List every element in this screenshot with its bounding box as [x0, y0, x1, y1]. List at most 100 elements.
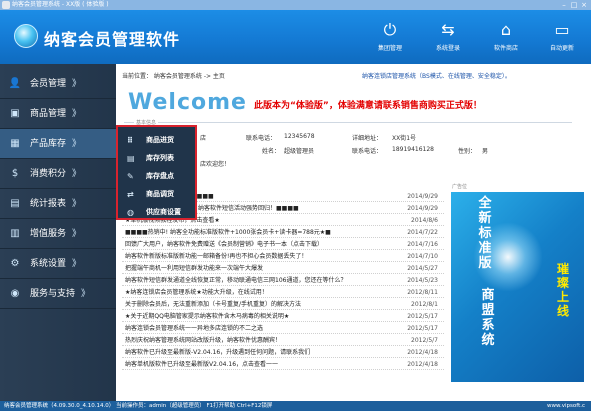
- news-title: 纳客连锁会员管理系统一一异地多店连锁的不二之选: [125, 325, 264, 332]
- support-icon: ◉: [10, 288, 20, 299]
- stock-submenu: ⠿ 商品进货 ▤ 库存列表 ✎ 库存盘点 ⇄ 商品调货 ◍ 供应商设置: [116, 125, 197, 220]
- breadcrumb: 当前位置： 纳客会员管理系统 -> 主页: [122, 73, 225, 80]
- news-title: 回馈广大用户，纳客软件免费赠送《会员制营销》电子书一本（点击下载）: [125, 241, 324, 248]
- news-date: 2012/5/17: [407, 313, 438, 320]
- app-window-icon: [2, 1, 10, 9]
- sidebar-item-settings[interactable]: ⚙ 系统设置》: [0, 249, 116, 279]
- news-title: 纳客软件新版标准版新功能一邮箱备份!再也不担心会员数据丢失了！: [125, 253, 308, 260]
- maximize-icon[interactable]: □: [569, 1, 579, 9]
- chevron-right-icon: 》: [72, 199, 82, 209]
- chevron-right-icon: 》: [72, 259, 82, 269]
- software-store-label: 软件商店: [493, 45, 518, 52]
- sidebar-item-label: 消费积分: [30, 169, 67, 179]
- ad-section-label: 广告位: [452, 184, 468, 190]
- status-text: 纳客会员管理系统（4.09.30.0_4.10.14.0） 当前操作员：admi…: [4, 403, 273, 409]
- menu-item-label: 商品进货: [146, 136, 174, 144]
- ad-highlight: 璀璨上线: [556, 262, 569, 318]
- sidebar-item-label: 服务与支持: [30, 289, 76, 299]
- auto-update-label: 自动更新: [549, 45, 574, 52]
- value-icon: ▥: [10, 228, 20, 239]
- news-item[interactable]: 纳客连锁会员管理系统一一异地多店连锁的不二之选 2012/5/17: [122, 323, 444, 334]
- news-title: 纳客软件已升级至最新版-V2.04.16，升级遇到任何问题，请联系我们: [125, 349, 311, 356]
- news-item[interactable]: 纳客单机版软件已升级至最新版V2.04.16，点击查看一一 2012/4/18: [122, 359, 444, 370]
- gender-label: 性别：: [458, 148, 477, 155]
- gender-value: 男: [482, 148, 489, 155]
- menu-item-stock-list[interactable]: ▤ 库存列表: [118, 149, 195, 167]
- welcome-heading: Welcome: [128, 90, 247, 115]
- ad-subtitle: 商盟系统: [481, 288, 495, 348]
- store-icon: ⌂: [500, 20, 512, 39]
- store-name-text: 店: [200, 135, 207, 142]
- group-management-label: 集团管理: [377, 45, 402, 52]
- news-item[interactable]: 热烈庆祝纳客管理系统网站改版升级，纳客软件优惠酬宾！ 2012/5/7: [122, 335, 444, 346]
- chevron-right-icon: 》: [72, 79, 82, 89]
- ad-headline: 全新标准版: [478, 196, 492, 271]
- news-date: 2014/5/27: [407, 265, 438, 272]
- menu-item-label: 库存盘点: [146, 172, 174, 180]
- menu-item-stock-check[interactable]: ✎ 库存盘点: [118, 167, 195, 185]
- notice-link[interactable]: 纳客连锁店管理系统（BS模式、在线管理、安全稳定）。: [362, 71, 511, 80]
- news-date: 2012/5/7: [411, 337, 438, 344]
- news-item[interactable]: 纳客软件新版标准版新功能一邮箱备份!再也不担心会员数据丢失了！ 2014/7/10: [122, 251, 444, 262]
- group-management-button[interactable]: ⏻ 集团管理: [366, 16, 414, 56]
- sidebar-item-value-added[interactable]: ▥ 增值服务》: [0, 219, 116, 249]
- news-date: 2012/5/17: [407, 325, 438, 332]
- news-item[interactable]: 纳客软件已升级至最新版-V2.04.16，升级遇到任何问题，请联系我们 2012/…: [122, 347, 444, 358]
- menu-item-label: 供应商设置: [146, 208, 181, 216]
- news-date: 2012/8/1: [411, 301, 438, 308]
- news-title: 热烈庆祝纳客管理系统网站改版升级，纳客软件优惠酬宾！: [125, 337, 282, 344]
- transfer-icon: ⇄: [127, 190, 134, 199]
- minimize-icon[interactable]: –: [559, 1, 569, 9]
- news-item[interactable]: 关于删除会员后，无法重新添加（卡号重复/手机重复）的解决方法 2012/8/1: [122, 299, 444, 310]
- user-icon: 👤: [8, 78, 22, 89]
- close-icon[interactable]: ×: [579, 1, 589, 9]
- sidebar-item-member-management[interactable]: 👤 会员管理》: [0, 69, 116, 99]
- sidebar-item-label: 统计报表: [30, 199, 67, 209]
- news-date: 2014/7/16: [407, 241, 438, 248]
- ad-banner[interactable]: 全新标准版 商盟系统 璀璨上线: [451, 192, 584, 382]
- supplier-icon: ◍: [127, 208, 134, 217]
- chevron-right-icon: 》: [72, 109, 82, 119]
- mobile-label: 联系电话：: [352, 148, 383, 155]
- sidebar-item-label: 增值服务: [30, 229, 67, 239]
- chart-icon: ▤: [10, 198, 20, 209]
- news-item[interactable]: ★关于近期QQ电脑管家提示纳客软件含木马病毒的相关说明★ 2012/5/17: [122, 311, 444, 322]
- news-date: 2012/8/11: [407, 289, 438, 296]
- news-item[interactable]: ■■■■热销中! 纳客全功能标准版软件+1000张会员卡+读卡器=788元★■ 2…: [122, 227, 444, 238]
- sidebar-item-points[interactable]: $ 消费积分》: [0, 159, 116, 189]
- sidebar-item-product-management[interactable]: ▣ 商品管理》: [0, 99, 116, 129]
- news-item[interactable]: 纳客软件短信群发通道全线恢复正常，移动联通电信三网106通道，您还在等什么？ 20…: [122, 275, 444, 286]
- grid-icon: ⠿: [127, 136, 134, 145]
- news-item[interactable]: ★纳客连锁店会员管理系统★功能大升级，在线试用！ 2012/8/11: [122, 287, 444, 298]
- sidebar-item-product-stock[interactable]: ▦ 产品库存》: [0, 129, 116, 159]
- status-bar: 纳客会员管理系统（4.09.30.0_4.10.14.0） 当前操作员：admi…: [0, 401, 591, 411]
- news-title: ★关于近期QQ电脑管家提示纳客软件含木马病毒的相关说明★: [125, 313, 290, 320]
- menu-item-transfer[interactable]: ⇄ 商品调货: [118, 185, 195, 203]
- news-date: 2014/9/29: [407, 205, 438, 212]
- list-icon: ▤: [127, 154, 135, 163]
- news-date: 2014/8/6: [411, 217, 438, 224]
- sidebar-item-label: 产品库存: [30, 139, 67, 149]
- software-store-button[interactable]: ⌂ 软件商店: [482, 16, 530, 56]
- sidebar-item-label: 会员管理: [30, 79, 67, 89]
- news-date: 2012/4/18: [407, 349, 438, 356]
- welcome-message: 店欢迎您！: [200, 161, 231, 168]
- news-title: 纳客软件短信群发通道全线恢复正常，移动联通电信三网106通道，您还在等什么？: [125, 277, 347, 284]
- auto-update-button[interactable]: ▭ 自动更新: [538, 16, 586, 56]
- name-value: 超级管理员: [284, 148, 315, 155]
- news-date: 2012/4/18: [407, 361, 438, 368]
- sidebar-item-support[interactable]: ◉ 服务与支持》: [0, 279, 116, 309]
- sidebar-item-reports[interactable]: ▤ 统计报表》: [0, 189, 116, 219]
- chevron-right-icon: 》: [72, 169, 82, 179]
- logo-icon: [14, 24, 38, 48]
- menu-item-purchase[interactable]: ⠿ 商品进货: [118, 131, 195, 149]
- news-item[interactable]: 回馈广大用户，纳客软件免费赠送《会员制营销》电子书一本（点击下载） 2014/7/…: [122, 239, 444, 250]
- address-value: XX街1号: [392, 135, 417, 142]
- window-titlebar: 纳客会员管理系统 - XX版 ( 体验版 ) – □ ×: [0, 0, 591, 10]
- system-login-button[interactable]: ⇆ 系统登录: [424, 16, 472, 56]
- status-url[interactable]: www.vipsoft.c: [547, 401, 585, 411]
- trial-notice: 此版本为“体验版”，体验满意请联系销售商购买正式版！: [254, 101, 482, 111]
- news-item[interactable]: 把握端午商机一利用短信群发功能来一次端午大爆发 2014/5/27: [122, 263, 444, 274]
- menu-item-supplier[interactable]: ◍ 供应商设置: [118, 203, 195, 221]
- news-date: 2014/7/22: [407, 229, 438, 236]
